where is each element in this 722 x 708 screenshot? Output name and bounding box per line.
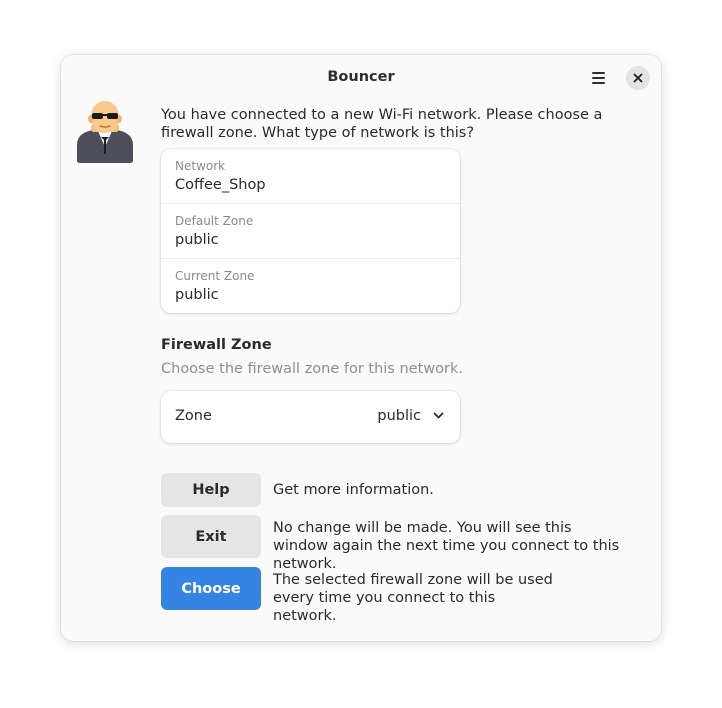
close-button[interactable] [626,66,650,90]
exit-button[interactable]: Exit [161,515,261,558]
zone-selected-value: public [377,408,421,424]
info-label: Default Zone [175,214,254,228]
chevron-down-icon [433,412,444,419]
info-value: public [175,287,219,303]
bouncer-avatar-icon [75,99,135,163]
header-bar: Bouncer [61,55,661,101]
network-info-card: Network Coffee_Shop Default Zone public … [161,149,460,313]
info-row-current-zone: Current Zone public [161,258,460,313]
menu-icon-bar [592,77,605,79]
main-menu-button[interactable] [585,67,611,89]
help-description: Get more information. [273,482,434,498]
choose-button[interactable]: Choose [161,567,261,610]
menu-icon-bar [592,82,605,84]
choose-description: The selected firewall zone will be used … [273,572,553,624]
exit-description: No change will be made. You will see thi… [273,520,620,572]
close-icon [633,73,643,83]
window-title: Bouncer [327,69,395,85]
bouncer-window: Bouncer You have connected to a new Wi-F… [61,55,661,641]
firewall-zone-title: Firewall Zone [161,337,272,353]
intro-text: You have connected to a new Wi-Fi networ… [161,107,603,141]
info-label: Network [175,159,226,173]
zone-dropdown[interactable]: Zone public [161,391,460,443]
info-value: public [175,232,219,248]
zone-label: Zone [175,408,212,424]
menu-icon-bar [592,72,605,74]
info-label: Current Zone [175,269,255,283]
info-row-network: Network Coffee_Shop [161,149,460,203]
info-value: Coffee_Shop [175,177,266,193]
help-button[interactable]: Help [161,473,261,507]
info-row-default-zone: Default Zone public [161,203,460,258]
firewall-zone-subtitle: Choose the firewall zone for this networ… [161,361,463,377]
